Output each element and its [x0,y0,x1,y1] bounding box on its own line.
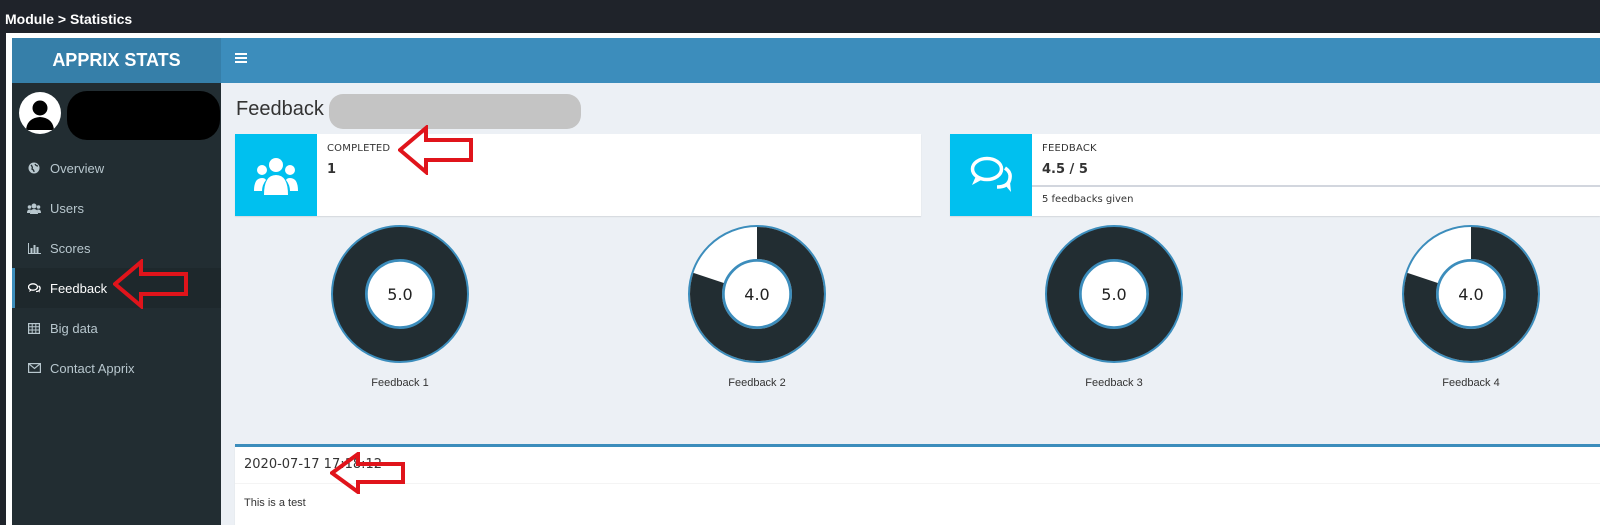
info-box-feedback: FEEDBACK 4.5 / 5 5 feedbacks given [950,134,1600,216]
donut-value: 5.0 [387,285,413,304]
sidebar-item-overview[interactable]: Overview [12,148,221,188]
sidebar-item-label: Big data [50,320,98,336]
window-titlebar: Module > Statistics [0,0,1600,33]
donut-value: 5.0 [1101,285,1127,304]
redacted-username [67,91,220,140]
globe-icon [27,161,41,175]
user-panel [12,83,221,145]
info-box-number: 1 [327,162,337,177]
donut-value: 4.0 [744,285,770,304]
annotation-arrow-icon [398,125,473,175]
donut-value: 4.0 [1458,285,1484,304]
sidebar-item-label: Scores [50,240,91,256]
sidebar-item-users[interactable]: Users [12,188,221,228]
comments-icon [950,134,1032,216]
users-icon [27,201,41,215]
annotation-arrow-icon [113,259,188,309]
feedback-entry-text: This is a test [244,497,306,509]
hamburger-menu-icon[interactable] [235,53,247,63]
sidebar-item-label: Users [50,200,84,216]
donut-label: Feedback 2 [728,377,786,389]
comments-icon [27,281,41,295]
app: APPRIX STATS Overview Users Scores Feedb… [12,38,1600,525]
info-box-completed: COMPLETED 1 [235,134,921,216]
users-icon [235,134,317,216]
feedback-entry-box: 2020-07-17 17:18:12 This is a test [235,444,1600,525]
breadcrumb: Module > Statistics [5,11,133,27]
sidebar-item-label: Feedback [50,280,108,296]
donut-chart-feedback-4: 4.0 Feedback 4 [1351,225,1591,410]
sidebar-item-label: Overview [50,160,105,176]
sidebar-item-big-data[interactable]: Big data [12,308,221,348]
donut-label: Feedback 3 [1085,377,1143,389]
table-icon [27,321,41,335]
donut-chart-feedback-3: 5.0 Feedback 3 [994,225,1234,410]
donut-label: Feedback 1 [371,377,429,389]
donut-chart-feedback-1: 5.0 Feedback 1 [280,225,520,410]
avatar [19,92,61,134]
sidebar-item-contact-apprix[interactable]: Contact Apprix [12,348,221,388]
info-box-number: 4.5 / 5 [1042,162,1088,177]
redacted-page-subtitle [329,94,581,129]
donut-chart-feedback-2: 4.0 Feedback 2 [637,225,877,410]
envelope-icon [27,361,41,375]
top-navbar [221,38,1600,83]
annotation-arrow-icon [330,452,405,494]
page-title: Feedback [236,98,324,120]
divider [235,483,1600,484]
bar-chart-icon [27,241,41,255]
donut-label: Feedback 4 [1442,377,1500,389]
sidebar-item-label: Contact Apprix [50,360,135,376]
info-box-progress-divider [1032,185,1600,187]
info-box-label: COMPLETED [327,143,391,154]
info-box-description: 5 feedbacks given [1042,194,1134,205]
info-box-label: FEEDBACK [1042,143,1097,154]
brand-logo[interactable]: APPRIX STATS [12,38,221,83]
